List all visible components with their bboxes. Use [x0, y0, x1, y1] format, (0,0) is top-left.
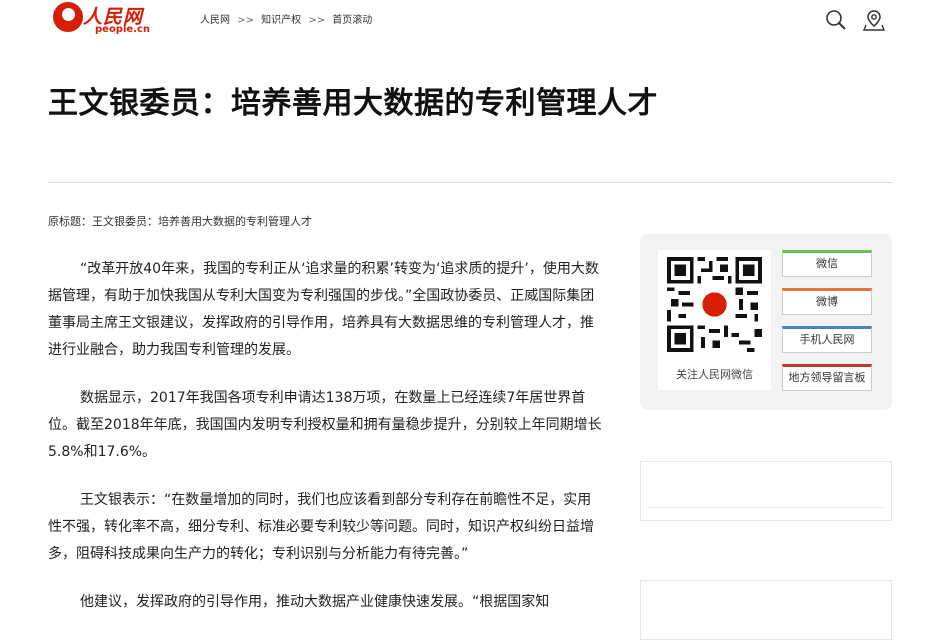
logo-en-text: people.cn	[95, 24, 151, 35]
article-paragraph: “改革开放40年来，我国的专利正从‘追求量的积累’转变为‘追求质的提升’，使用大…	[48, 261, 599, 358]
original-title: 原标题：王文银委员：培养善用大数据的专利管理人才	[48, 215, 312, 228]
breadcrumb-item-scroll[interactable]: 首页滚动	[332, 15, 372, 26]
breadcrumb: 人民网 >> 知识产权 >> 首页滚动	[200, 11, 376, 26]
breadcrumb-separator: >>	[237, 15, 254, 26]
article-title: 王文银委员：培养善用大数据的专利管理人才	[48, 86, 658, 121]
site-header: 人民网 people.cn 人民网 >> 知识产权 >> 首页滚动	[0, 0, 934, 40]
article-paragraph: 数据显示，2017年我国各项专利申请达138万项，在数量上已经连续7年居世界首位…	[48, 390, 602, 460]
leader-message-board-button[interactable]: 地方领导留言板	[782, 364, 872, 391]
title-divider	[48, 182, 893, 183]
widget-divider	[649, 507, 883, 508]
breadcrumb-item-ip[interactable]: 知识产权	[261, 15, 301, 26]
wechat-button[interactable]: 微信	[782, 250, 872, 277]
article-body: “改革开放40年来，我国的专利正从‘追求量的积累’转变为‘追求质的提升’，使用大…	[48, 256, 604, 637]
breadcrumb-item-home[interactable]: 人民网	[200, 15, 230, 26]
article-paragraph: 他建议，发挥政府的引导作用，推动大数据产业健康快速发展。“根据国家知	[80, 594, 550, 610]
qr-caption: 关注人民网微信	[676, 368, 753, 381]
logo-mark-icon	[53, 2, 83, 32]
people-cn-logo[interactable]: 人民网 people.cn	[53, 2, 153, 38]
follow-panel: 关注人民网微信 微信 微博 手机人民网 地方领导留言板	[640, 234, 892, 410]
sidebar-widget-box	[640, 461, 892, 521]
sidebar-widget-box	[640, 580, 892, 640]
search-icon[interactable]	[824, 8, 848, 32]
mobile-site-button[interactable]: 手机人民网	[782, 326, 872, 353]
weibo-button[interactable]: 微博	[782, 288, 872, 315]
breadcrumb-separator: >>	[308, 15, 326, 26]
location-icon[interactable]	[862, 8, 886, 32]
qr-code-icon	[667, 257, 762, 352]
qr-card: 关注人民网微信	[658, 250, 771, 390]
article-paragraph: 王文银表示：“在数量增加的同时，我们也应该看到部分专利存在前瞻性不足，实用性不强…	[48, 492, 594, 562]
